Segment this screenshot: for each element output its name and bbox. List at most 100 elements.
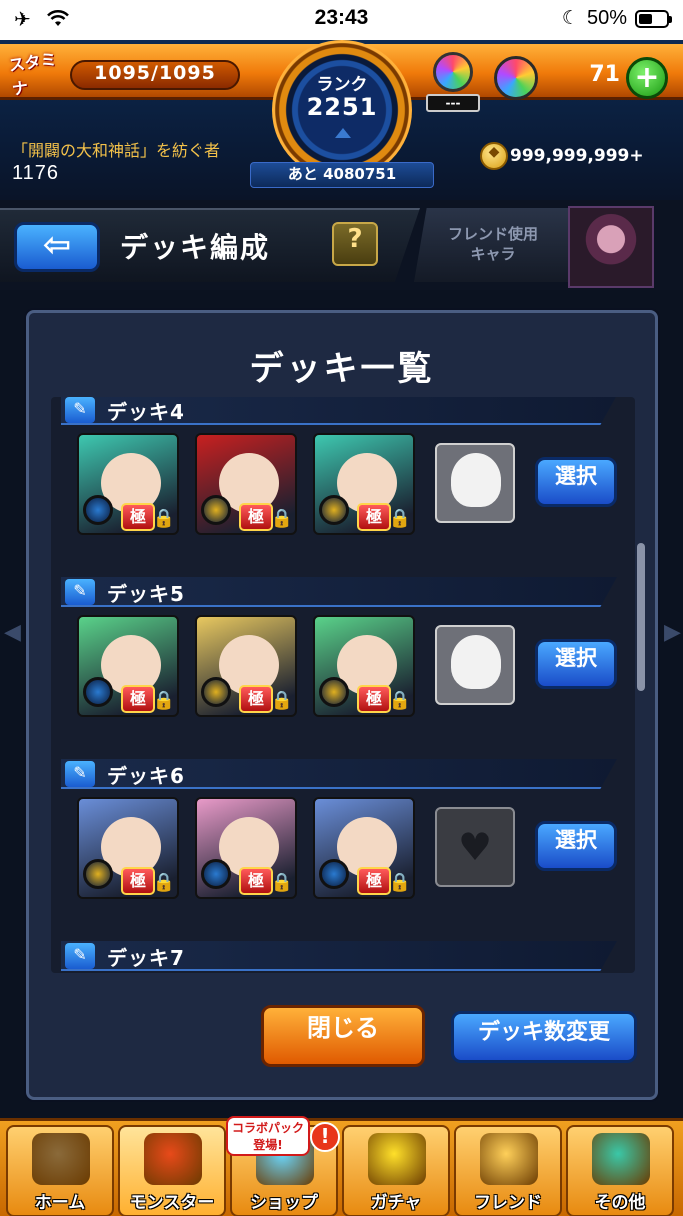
lock-icon: 🔒 bbox=[152, 690, 175, 711]
deck-header: ✎ デッキ7 bbox=[51, 937, 635, 973]
game-header: スタミナ 1095/1095 ランク 2251 --- 71 + 「開闢の大和神… bbox=[0, 40, 683, 200]
monster-icon[interactable]: 極 🔒 bbox=[313, 615, 415, 717]
orb-icon bbox=[494, 56, 538, 100]
deck-name: デッキ6 bbox=[107, 764, 185, 788]
heart-icon: ♥ bbox=[457, 825, 493, 869]
orb-box-tag: --- bbox=[426, 94, 480, 112]
deck-header: ✎ デッキ4 bbox=[51, 397, 635, 427]
rank-label: ランク bbox=[316, 75, 368, 95]
monster-icon[interactable]: 極 🔒 bbox=[313, 433, 415, 535]
close-button[interactable]: 閉じる bbox=[261, 1005, 425, 1067]
select-button[interactable]: 選択 bbox=[535, 639, 617, 689]
friend-slot[interactable] bbox=[435, 443, 515, 523]
rarity-badge: 極 bbox=[239, 503, 273, 531]
nav-label: フレンド bbox=[474, 1193, 542, 1213]
cat-icon bbox=[451, 453, 501, 507]
friend-slot[interactable] bbox=[435, 625, 515, 705]
stamina-value: 1095/1095 bbox=[94, 62, 216, 84]
lock-icon: 🔒 bbox=[388, 872, 411, 893]
monster-icon[interactable]: 極 🔒 bbox=[313, 797, 415, 899]
element-icon bbox=[83, 495, 113, 525]
lock-icon: 🔒 bbox=[270, 872, 293, 893]
element-icon bbox=[83, 859, 113, 889]
deck-row: 極 🔒 極 🔒 極 🔒 選択 bbox=[51, 615, 635, 735]
friend-usage-button[interactable]: フレンド使用 キャラ bbox=[414, 208, 572, 282]
lock-icon: 🔒 bbox=[152, 872, 175, 893]
collab-badge-line-1: コラボパック bbox=[231, 1121, 304, 1135]
bottom-nav: ホーム モンスター ショップ ガチャ フレンド その他 bbox=[0, 1118, 683, 1216]
buy-orb-button[interactable]: + bbox=[626, 57, 668, 99]
select-button[interactable]: 選択 bbox=[535, 821, 617, 871]
nav-icon bbox=[32, 1133, 90, 1185]
element-icon bbox=[201, 859, 231, 889]
nav-item[interactable]: ホーム bbox=[6, 1125, 114, 1216]
right-arrow-icon: ▶ bbox=[664, 620, 681, 645]
pencil-icon[interactable]: ✎ bbox=[65, 761, 95, 787]
stamina-icon: スタミナ bbox=[7, 49, 58, 99]
help-button[interactable]: ? bbox=[332, 222, 378, 266]
stamina-bar[interactable]: 1095/1095 bbox=[70, 60, 240, 90]
deck-row: 極 🔒 極 🔒 極 🔒 選択 bbox=[51, 433, 635, 553]
element-icon bbox=[201, 677, 231, 707]
rank-value: 2251 bbox=[306, 93, 378, 121]
rank-badge[interactable]: ランク 2251 bbox=[272, 40, 412, 180]
orb-count: 71 bbox=[589, 62, 620, 87]
element-icon bbox=[319, 677, 349, 707]
alert-icon: ! bbox=[310, 1122, 340, 1152]
scrollbar[interactable] bbox=[637, 543, 645, 691]
battery-fill bbox=[639, 13, 652, 24]
element-icon bbox=[319, 495, 349, 525]
nav-item[interactable]: モンスター bbox=[118, 1125, 226, 1216]
deck-name: デッキ4 bbox=[107, 400, 185, 424]
rarity-badge: 極 bbox=[357, 867, 391, 895]
nav-item[interactable]: フレンド bbox=[454, 1125, 562, 1216]
player-title: 「開闢の大和神話」を紡ぐ者 bbox=[12, 141, 221, 160]
rarity-badge: 極 bbox=[357, 685, 391, 713]
monster-icon[interactable]: 極 🔒 bbox=[195, 615, 297, 717]
monster-icon[interactable]: 極 🔒 bbox=[195, 433, 297, 535]
left-arrow-icon: ◀ bbox=[4, 620, 21, 645]
lock-icon: 🔒 bbox=[270, 508, 293, 529]
element-icon bbox=[83, 677, 113, 707]
friend-usage-label-1: フレンド使用 bbox=[447, 225, 538, 243]
deck-list[interactable]: ✎ デッキ4 極 🔒 極 🔒 極 🔒 選択 ✎ デッキ5 極 🔒 極 🔒 極 🔒 選択 ✎ デッキ6 極 🔒 極 🔒 極 🔒 ♥ 選択… bbox=[51, 397, 635, 973]
nav-icon bbox=[592, 1133, 650, 1185]
cat-icon bbox=[451, 635, 501, 689]
status-bar: ✈ 23:43 ☾ 50% bbox=[0, 0, 683, 40]
pencil-icon[interactable]: ✎ bbox=[65, 579, 95, 605]
nav-label: ガチャ bbox=[370, 1193, 422, 1213]
monster-icon[interactable]: 極 🔒 bbox=[195, 797, 297, 899]
rarity-badge: 極 bbox=[357, 503, 391, 531]
monster-icon[interactable]: 極 🔒 bbox=[77, 797, 179, 899]
pencil-icon[interactable]: ✎ bbox=[65, 397, 95, 423]
lock-icon: 🔒 bbox=[388, 508, 411, 529]
lock-icon: 🔒 bbox=[270, 690, 293, 711]
lock-icon: 🔒 bbox=[152, 508, 175, 529]
deck-row: 極 🔒 極 🔒 極 🔒 ♥ 選択 bbox=[51, 797, 635, 917]
deck-name: デッキ5 bbox=[107, 582, 185, 606]
rarity-badge: 極 bbox=[239, 685, 273, 713]
friend-avatar[interactable] bbox=[568, 206, 654, 288]
collab-badge: コラボパック 登場! bbox=[226, 1116, 310, 1156]
coin-count: 999,999,999+ bbox=[510, 146, 644, 166]
orb-box-icon bbox=[433, 52, 473, 92]
player-level: 1176 bbox=[12, 162, 60, 184]
monster-icon[interactable]: 極 🔒 bbox=[77, 615, 179, 717]
friend-slot[interactable]: ♥ bbox=[435, 807, 515, 887]
nav-item[interactable]: ガチャ bbox=[342, 1125, 450, 1216]
nav-icon bbox=[368, 1133, 426, 1185]
change-deck-count-button[interactable]: デッキ数変更 bbox=[451, 1011, 637, 1063]
rarity-badge: 極 bbox=[121, 867, 155, 895]
nav-label: ホーム bbox=[34, 1193, 86, 1213]
battery-percent: 50% bbox=[586, 7, 627, 29]
monster-icon[interactable]: 極 🔒 bbox=[77, 433, 179, 535]
collab-badge-line-2: 登場! bbox=[253, 1138, 283, 1152]
pencil-icon[interactable]: ✎ bbox=[65, 943, 95, 969]
back-button[interactable]: ⇦ bbox=[14, 222, 100, 272]
select-button[interactable]: 選択 bbox=[535, 457, 617, 507]
nav-icon bbox=[480, 1133, 538, 1185]
nav-item[interactable]: その他 bbox=[566, 1125, 674, 1216]
friend-usage-label-2: キャラ bbox=[470, 245, 516, 263]
sub-header: ⇦ デッキ編成 ? フレンド使用 キャラ bbox=[0, 200, 683, 290]
orb-box-button[interactable]: --- bbox=[426, 52, 480, 112]
